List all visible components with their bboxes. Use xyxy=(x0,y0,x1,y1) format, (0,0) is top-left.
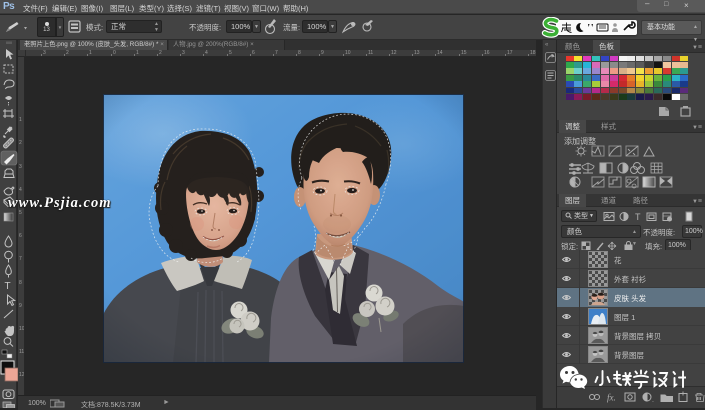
svg-text:T: T xyxy=(5,281,11,292)
svg-text:.: . xyxy=(652,397,654,404)
svg-text:T: T xyxy=(635,212,641,222)
svg-text:fx.: fx. xyxy=(607,393,616,403)
